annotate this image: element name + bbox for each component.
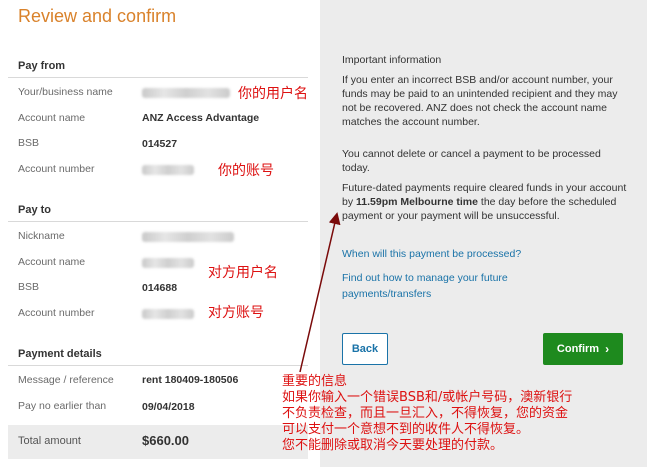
payment-details-heading: Payment details: [18, 348, 102, 360]
from-bsb-label: BSB: [18, 137, 40, 149]
total-amount-value: $660.00: [142, 433, 189, 448]
to-account-number-label: Account number: [18, 307, 95, 319]
to-nickname-label: Nickname: [18, 230, 65, 242]
from-name-label: Your/business name: [18, 86, 113, 98]
total-amount-label: Total amount: [18, 435, 81, 447]
info-future-dated: Future-dated payments require cleared fu…: [342, 181, 630, 223]
processing-time-link[interactable]: When will this payment be processed?: [342, 246, 572, 262]
annotation-important-note: 重要的信息 如果你输入一个错误BSB和/或帐户号码，澳新银行 不负责检查，而且一…: [282, 374, 642, 454]
annotation-account-number: 你的账号: [218, 163, 274, 179]
annotation-note-line: 不负责检查，而且一旦汇入，不得恢复，您的资金: [282, 406, 569, 421]
total-amount-bar: Total amount $660.00: [8, 425, 308, 459]
to-bsb-label: BSB: [18, 281, 40, 293]
chevron-right-icon: ›: [605, 342, 610, 356]
pay-from-heading: Pay from: [18, 60, 66, 72]
annotation-note-line: 您不能删除或取消今天要处理的付款。: [282, 438, 504, 453]
back-button[interactable]: Back: [342, 333, 388, 365]
to-bsb-value: 014688: [142, 282, 178, 294]
info-incorrect-bsb: If you enter an incorrect BSB and/or acc…: [342, 74, 618, 128]
to-nickname-redacted: [142, 232, 234, 242]
annotation-username: 你的用户名: [238, 86, 308, 102]
page-title: Review and confirm: [18, 6, 177, 26]
pay-date-label: Pay no earlier than: [18, 400, 107, 412]
reference-label: Message / reference: [18, 374, 114, 386]
annotation-note-line: 如果你输入一个错误BSB和/或帐户号码，澳新银行: [282, 390, 573, 405]
divider: [8, 365, 308, 366]
confirm-button-label: Confirm: [556, 343, 600, 355]
info-cannot-cancel: You cannot delete or cancel a payment to…: [342, 148, 601, 174]
divider: [8, 77, 308, 78]
reference-value: rent 180409-180506: [142, 374, 239, 386]
manage-payments-link[interactable]: Find out how to manage your future payme…: [342, 270, 572, 302]
to-account-name-label: Account name: [18, 256, 86, 268]
to-account-name-redacted: [142, 258, 194, 268]
from-account-number-label: Account number: [18, 163, 95, 175]
info-heading: Important information: [342, 54, 442, 66]
from-bsb-value: 014527: [142, 138, 178, 150]
from-account-name-label: Account name: [18, 112, 86, 124]
info-cutoff-time: 11.59pm Melbourne time: [356, 196, 478, 208]
pay-date-value: 09/04/2018: [142, 401, 195, 413]
from-name-redacted: [142, 88, 230, 98]
annotation-note-line: 可以支付一个意想不到的收件人不得恢复。: [282, 422, 530, 437]
from-account-number-redacted: [142, 165, 194, 175]
divider: [8, 221, 308, 222]
pay-to-heading: Pay to: [18, 204, 52, 216]
annotation-payee-name: 对方用户名: [208, 265, 278, 281]
from-account-name-value: ANZ Access Advantage: [142, 112, 260, 124]
to-account-number-redacted: [142, 309, 194, 319]
confirm-button[interactable]: Confirm ›: [543, 333, 623, 365]
review-summary: Review and confirm Pay from Your/busines…: [0, 0, 320, 467]
annotation-payee-account: 对方账号: [208, 305, 264, 321]
annotation-note-line: 重要的信息: [282, 374, 348, 389]
